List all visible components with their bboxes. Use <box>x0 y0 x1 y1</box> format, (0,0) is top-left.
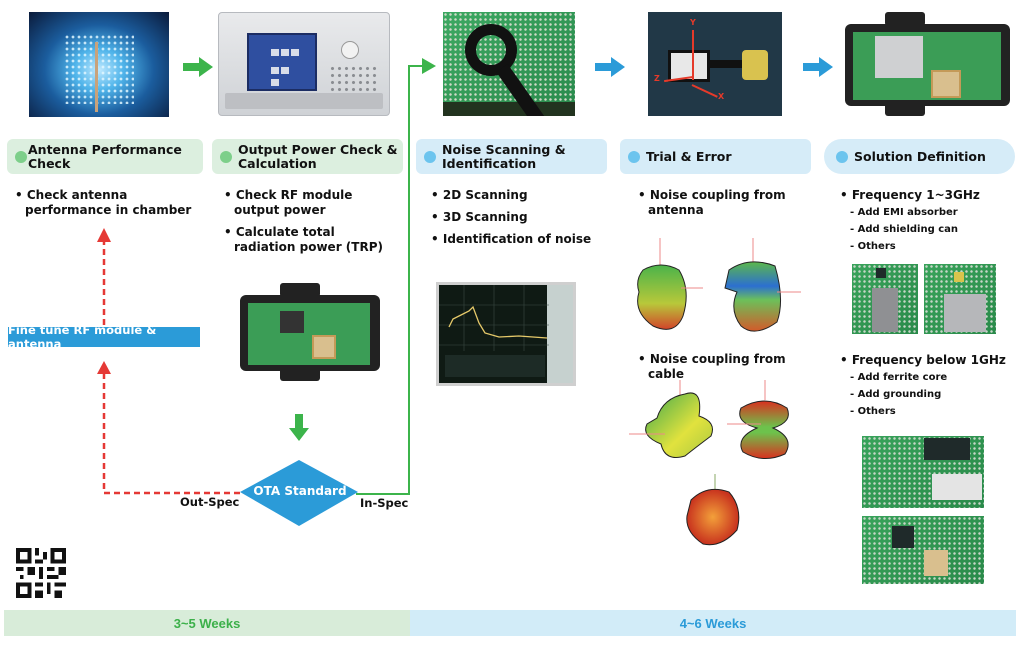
in-spec-label: In-Spec <box>360 496 409 510</box>
main-chip <box>280 311 304 333</box>
radiation-patterns <box>629 238 801 546</box>
ota-standard-label: OTA Standard <box>253 484 347 498</box>
down-arrow-icon <box>289 414 309 441</box>
solution-item: Add shielding can <box>840 221 1020 238</box>
bullet-dot-icon <box>424 150 436 163</box>
solution-group-1-3ghz: Frequency 1~3GHz Add EMI absorber Add sh… <box>840 188 1020 255</box>
connector <box>954 272 964 282</box>
step-header-output-power: Output Power Check & Calculation <box>212 139 403 174</box>
bullet-item: 2D Scanning <box>431 188 601 203</box>
shield-can <box>944 294 986 332</box>
solution-group-below-1ghz: Frequency below 1GHz Add ferrite core Ad… <box>840 353 1020 420</box>
qr-code-icon[interactable] <box>15 548 67 598</box>
step-header-solution-definition: Solution Definition <box>824 139 1015 174</box>
bullet-item: Check antenna performance in chamber <box>15 188 200 218</box>
in-spec-arrowhead <box>422 58 436 74</box>
solution-heading: Frequency below 1GHz <box>840 353 1020 368</box>
step-bullets-output-power: Check RF module output power Calculate t… <box>224 188 394 262</box>
pattern-cable-1 <box>629 380 713 458</box>
sim-holder <box>932 474 982 500</box>
bullet-dot-icon <box>836 150 848 163</box>
emi-absorber-photo <box>852 264 918 334</box>
grounding-photo <box>862 516 984 584</box>
analyzer-softkeys <box>547 285 573 383</box>
ic-chip <box>876 268 886 278</box>
bullet-dot-icon <box>15 150 27 163</box>
spectrum-trace <box>439 285 549 377</box>
fine-tune-box: Fine tune RF module & antenna <box>8 323 200 351</box>
solution-heading: Frequency 1~3GHz <box>840 188 1020 203</box>
out-spec-path <box>102 372 240 495</box>
pattern-cable-2 <box>727 380 789 459</box>
solution-item: Others <box>840 403 1020 420</box>
step-header-antenna-check: Antenna Performance Check <box>7 139 203 174</box>
step-bullets-noise-scanning: 2D Scanning 3D Scanning Identification o… <box>431 188 601 254</box>
out-spec-label: Out-Spec <box>180 495 240 509</box>
pattern-cable-3 <box>686 474 740 546</box>
step-title: Noise Scanning & Identification <box>442 141 566 171</box>
absorber-pad <box>872 288 898 332</box>
step-title: Antenna Performance Check <box>28 141 182 171</box>
step-bullets-antenna-check: Check antenna performance in chamber <box>15 188 200 225</box>
bullet-item: Check RF module output power <box>224 188 394 218</box>
step-title: Solution Definition <box>854 148 986 164</box>
step-title: Trial & Error <box>646 148 732 164</box>
gps-antenna <box>924 550 948 576</box>
gps-antenna <box>312 335 336 359</box>
bullet-item: Noise coupling from antenna <box>638 188 798 218</box>
step-title: Output Power Check & Calculation <box>238 141 398 171</box>
bullet-dot-icon <box>220 150 232 163</box>
device-pcb <box>248 303 370 365</box>
timeline-phase-2: 4~6 Weeks <box>410 610 1016 636</box>
in-spec-path <box>356 65 424 495</box>
pattern-antenna-2 <box>724 238 801 332</box>
step-header-trial-error: Trial & Error <box>620 139 811 174</box>
bullet-item: Calculate total radiation power (TRP) <box>224 225 394 255</box>
out-spec-arrowhead-lower <box>97 361 111 374</box>
solution-item: Others <box>840 238 1020 255</box>
out-spec-arrowhead-upper <box>97 228 111 242</box>
solution-item: Add grounding <box>840 386 1020 403</box>
bullet-item: Identification of noise <box>431 232 601 247</box>
ic-chip <box>924 438 970 460</box>
bullet-dot-icon <box>628 150 640 163</box>
ferrite-core-photo <box>862 436 984 508</box>
pattern-antenna-1 <box>637 238 703 330</box>
solution-item: Add ferrite core <box>840 369 1020 386</box>
ic-chip <box>892 526 914 548</box>
timeline-phase-1: 3~5 Weeks <box>4 610 410 636</box>
step-header-noise-scanning: Noise Scanning & Identification <box>416 139 607 174</box>
rf-module-device-photo <box>240 283 388 381</box>
step-bullets-trial-antenna: Noise coupling from antenna <box>638 188 798 225</box>
bullet-item: 3D Scanning <box>431 210 601 225</box>
shielding-can-photo <box>924 264 996 334</box>
spectrum-analyzer-screen <box>436 282 576 386</box>
solution-item: Add EMI absorber <box>840 204 1020 221</box>
